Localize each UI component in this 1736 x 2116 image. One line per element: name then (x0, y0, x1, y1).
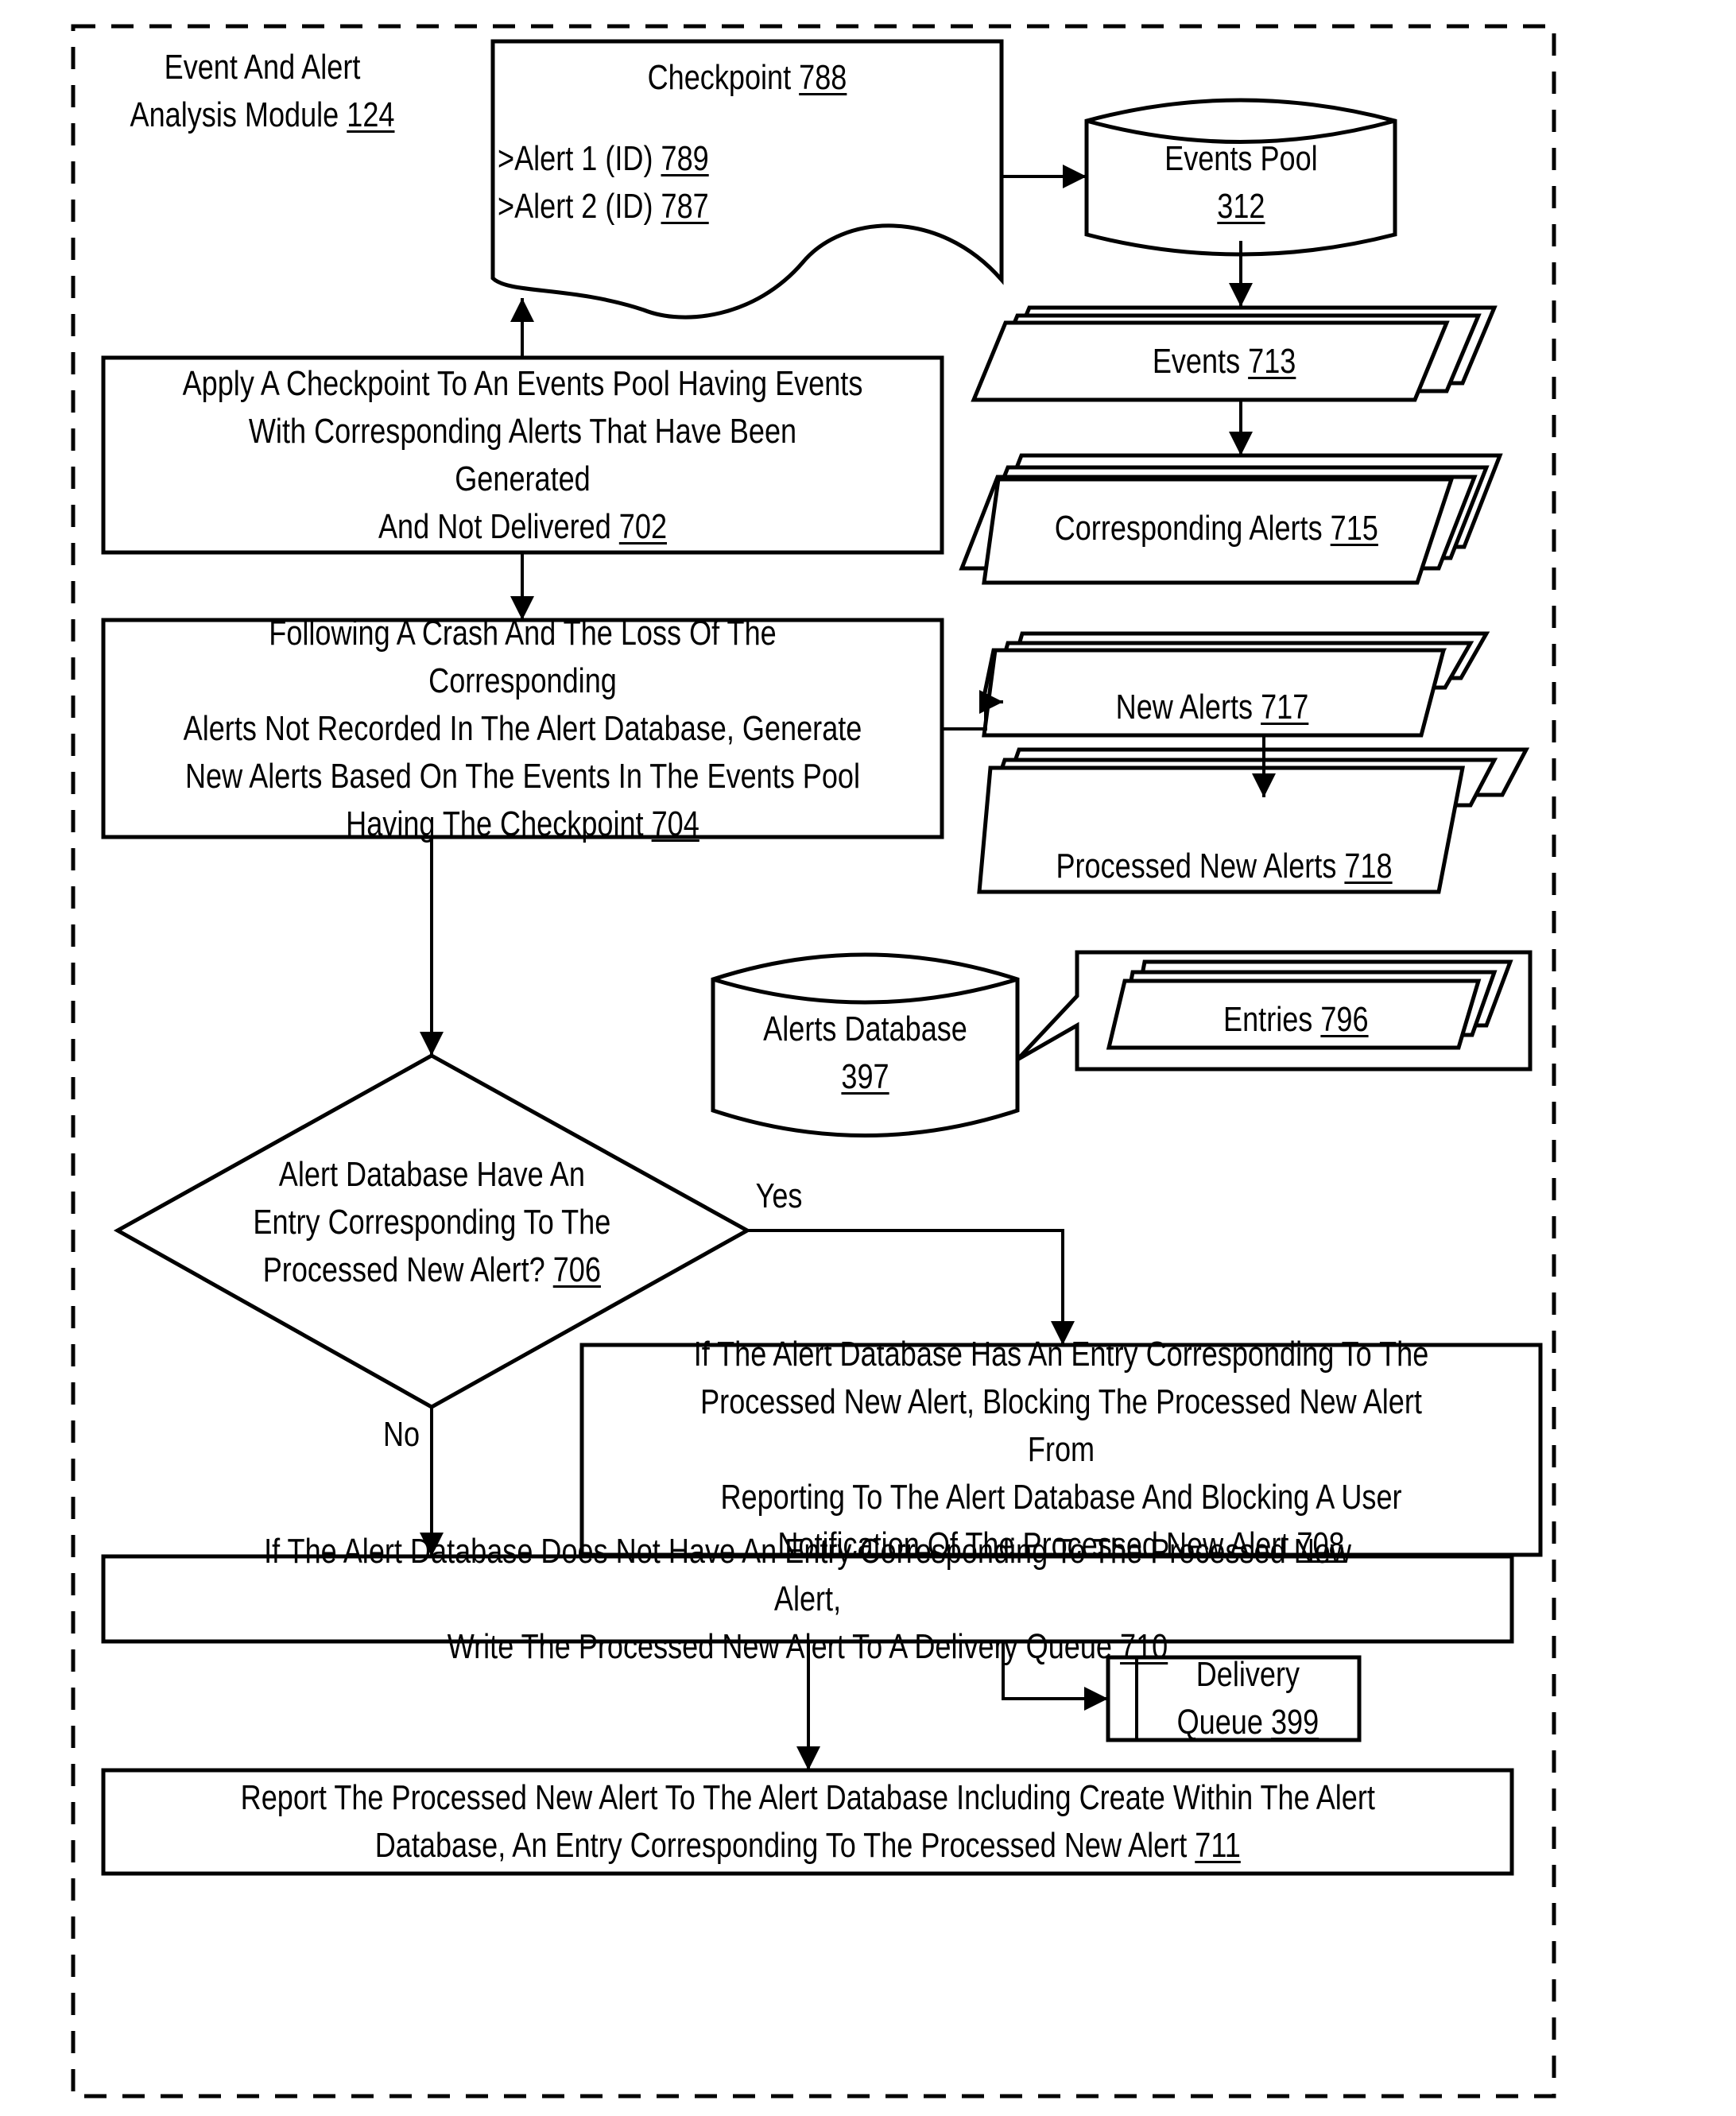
entries-ref: 796 (1320, 1000, 1369, 1039)
branch-no-label: No (382, 1415, 420, 1454)
decision-706-text: Alert Database Have An Entry Correspondi… (253, 1155, 610, 1289)
alerts-database-label: Alerts Database 397 (763, 1010, 967, 1096)
corresponding-alerts-ref: 715 (1330, 509, 1378, 548)
checkpoint-item-2-ref: 787 (661, 187, 709, 226)
processed-new-alerts-ref: 718 (1344, 847, 1393, 886)
processed-new-alerts-label: Processed New Alerts 718 (1056, 847, 1393, 886)
step-702-ref: 702 (618, 506, 668, 546)
entries-label: Entries 796 (1223, 1000, 1369, 1039)
module-title-line2: Analysis Module 124 (130, 95, 395, 134)
step-711-ref: 711 (1195, 1826, 1241, 1865)
delivery-queue-label: Delivery Queue 399 (1176, 1655, 1319, 1742)
arrow-yes-to-708 (747, 1229, 1075, 1345)
events-label: Events 713 (1152, 342, 1296, 381)
events-pool-ref: 312 (1216, 187, 1265, 226)
delivery-queue-ref: 399 (1271, 1703, 1319, 1742)
checkpoint-item-2: >Alert 2 (ID) 787 (498, 187, 709, 226)
decision-706-ref: 706 (552, 1250, 601, 1289)
module-ref: 124 (347, 95, 395, 134)
module-title-line1: Event And Alert (164, 48, 361, 87)
checkpoint-ref: 788 (799, 58, 847, 97)
new-alerts-ref: 717 (1261, 688, 1309, 727)
events-pool-label: Events Pool 312 (1164, 139, 1318, 226)
alerts-database-ref: 397 (841, 1057, 889, 1096)
module-title: Event And Alert Analysis Module 124 (126, 44, 399, 139)
step-711-text: Report The Processed New Alert To The Al… (240, 1778, 1375, 1865)
step-704-ref: 704 (651, 804, 699, 843)
step-704-text: Following A Crash And The Loss Of The Co… (183, 613, 862, 843)
checkpoint-item-1: >Alert 1 (ID) 789 (498, 139, 709, 178)
new-alerts-label: New Alerts 717 (1115, 688, 1309, 727)
step-702-text: Apply A Checkpoint To An Events Pool Hav… (182, 363, 863, 546)
corresponding-alerts-label: Corresponding Alerts 715 (1054, 509, 1378, 548)
branch-yes-label: Yes (755, 1176, 803, 1215)
checkpoint-item-1-ref: 789 (661, 139, 709, 178)
events-ref: 713 (1248, 342, 1296, 381)
step-710-text: If The Alert Database Does Not Have An E… (264, 1531, 1351, 1666)
step-708-text: If The Alert Database Has An Entry Corre… (693, 1335, 1429, 1564)
checkpoint-title: Checkpoint 788 (647, 58, 847, 97)
